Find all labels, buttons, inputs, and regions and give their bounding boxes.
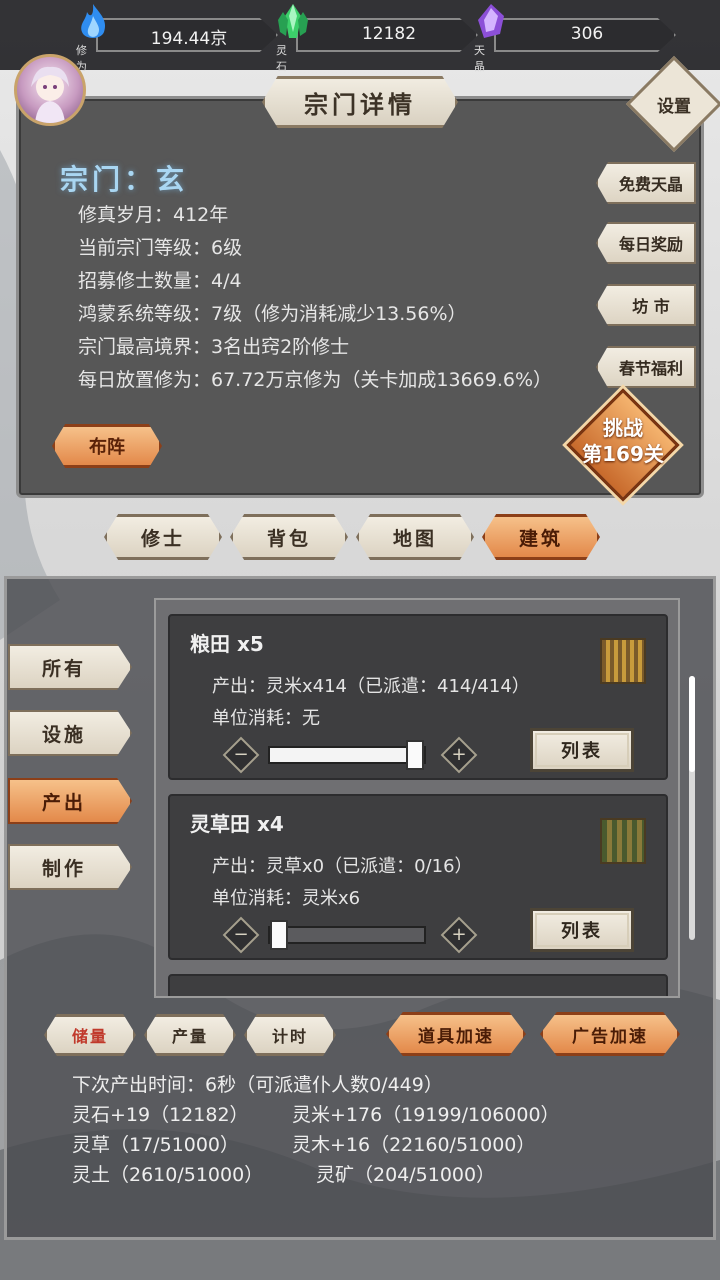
list-button[interactable]: 列表 [530,908,634,952]
stat-spirit-stone: 灵石+19（12182） [72,1104,249,1126]
stat-spirit-wood: 灵木+16（22160/51000） [292,1134,536,1156]
building-card: 灵草田 x4 产出：灵草x0（已派遣：0/16） 单位消耗：灵米x6 − + 列… [168,794,668,960]
stat-spirit-soil: 灵土（2610/51000） [72,1164,264,1186]
rice-field-icon [600,638,646,684]
building-cost: 单位消耗：灵米x6 [212,888,361,909]
festival-welfare-button[interactable]: 春节福利 [596,346,696,388]
info-system-level: 鸿蒙系统等级：7级（修为消耗减少13.56%） [78,303,467,325]
minus-icon: − [233,744,249,765]
decrease-button[interactable]: − [222,916,260,954]
slider-knob[interactable] [406,740,424,770]
tab-backpack[interactable]: 背包 [230,514,348,560]
info-recruit-count: 招募修士数量：4/4 [78,270,242,292]
free-crystal-button[interactable]: 免费天晶 [596,162,696,204]
list-button[interactable]: 列表 [530,728,634,772]
increase-button[interactable]: + [440,736,478,774]
resource-label: 灵石 [276,44,287,73]
building-card [168,974,668,996]
challenge-button[interactable]: 挑战 第169关 [566,388,680,502]
stat-spirit-ore: 灵矿（204/51000） [316,1164,496,1186]
minus-icon: − [233,924,249,945]
production-button[interactable]: 产量 [144,1014,236,1056]
next-output-time: 下次产出时间：6秒（可派遣仆人数0/449） [72,1074,443,1096]
challenge-stage: 第169关 [582,442,664,466]
list-scrollbar-thumb[interactable] [689,676,695,772]
info-highest-realm: 宗门最高境界：3名出窍2阶修士 [78,336,350,358]
building-name: 粮田 x5 [190,632,264,656]
green-crystal-icon [278,4,308,38]
building-output: 产出：灵草x0（已派遣：0/16） [212,856,473,877]
building-list[interactable]: 粮田 x5 产出：灵米x414（已派遣：414/414） 单位消耗：无 − + … [154,598,680,998]
category-production[interactable]: 产出 [8,778,132,824]
building-card: 粮田 x5 产出：灵米x414（已派遣：414/414） 单位消耗：无 − + … [168,614,668,780]
item-boost-button[interactable]: 道具加速 [386,1012,526,1056]
purple-crystal-icon [478,4,504,38]
slider-fill [270,748,424,762]
formation-button[interactable]: 布阵 [52,424,162,468]
resource-value: 306 [570,24,604,44]
resource-bar: 修为 194.44京 灵石 12182 天晶 306 [0,0,720,73]
plus-icon: + [451,924,467,945]
herb-field-icon [600,818,646,864]
assign-slider[interactable] [268,920,426,950]
category-all[interactable]: 所有 [8,644,132,690]
ad-boost-button[interactable]: 广告加速 [540,1012,680,1056]
avatar[interactable] [14,54,86,126]
info-sect-level: 当前宗门等级：6级 [78,237,243,259]
blue-flame-icon [81,4,106,38]
info-years: 修真岁月：412年 [78,204,229,226]
timer-button[interactable]: 计时 [244,1014,336,1056]
category-crafting[interactable]: 制作 [8,844,132,890]
tab-buildings[interactable]: 建筑 [482,514,600,560]
resource-value: 12182 [361,24,417,44]
info-daily-idle: 每日放置修为：67.72万京修为（关卡加成13669.6%） [78,369,553,391]
slider-knob[interactable] [270,920,288,950]
category-facilities[interactable]: 设施 [8,710,132,756]
challenge-label: 挑战 [603,416,643,440]
panel-title: 宗门详情 [262,76,458,128]
increase-button[interactable]: + [440,916,478,954]
sect-name: 宗门：玄 [60,163,189,196]
building-name: 灵草田 x4 [190,812,284,836]
resource-value: 194.44京 [150,29,228,49]
building-cost: 单位消耗：无 [212,708,320,729]
assign-slider[interactable] [268,740,426,770]
tab-map[interactable]: 地图 [356,514,474,560]
decrease-button[interactable]: − [222,736,260,774]
stat-spirit-herb: 灵草（17/51000） [72,1134,240,1156]
daily-reward-button[interactable]: 每日奖励 [596,222,696,264]
settings-label: 设置 [657,96,691,117]
market-button[interactable]: 坊 市 [596,284,696,326]
avatar-portrait-icon [31,66,69,123]
building-output: 产出：灵米x414（已派遣：414/414） [212,676,530,697]
storage-button[interactable]: 储量 [44,1014,136,1056]
plus-icon: + [451,744,467,765]
resource-label: 天晶 [474,44,485,73]
tab-cultivators[interactable]: 修士 [104,514,222,560]
stat-spirit-rice: 灵米+176（19199/106000） [292,1104,560,1126]
